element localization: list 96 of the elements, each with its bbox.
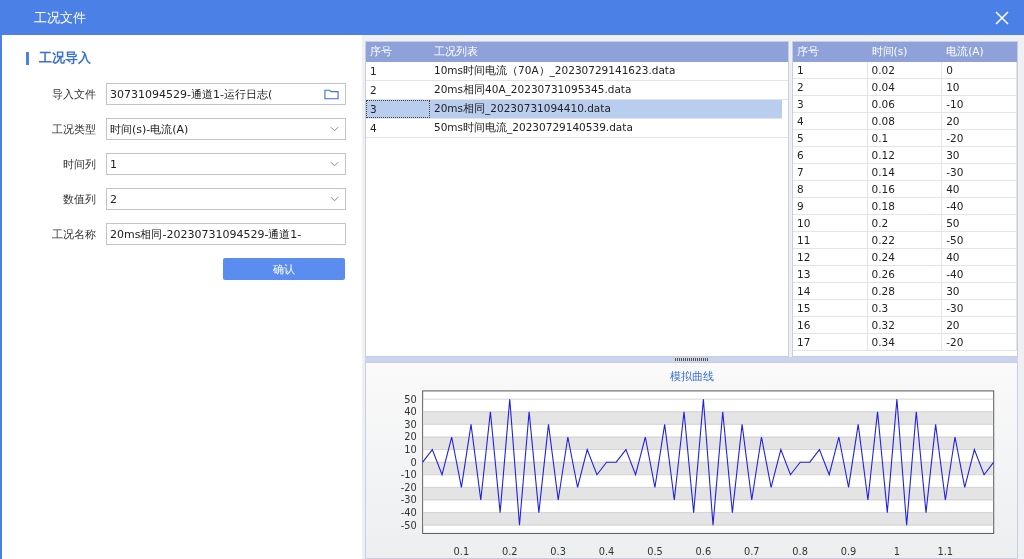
dropdown[interactable]: 时间(s)-电流(A) [106, 118, 346, 140]
x-tick-label: 0.3 [550, 546, 566, 558]
field-label: 导入文件 [51, 86, 97, 102]
table-cell: 0.34 [867, 334, 943, 350]
table-cell: 0 [942, 62, 1017, 78]
table-cell: 20 [942, 317, 1017, 333]
chevron-down-icon [330, 126, 339, 132]
x-tick-label: 0.4 [598, 546, 615, 558]
table-cell: 0.3 [867, 300, 943, 316]
table-cell: 0.04 [867, 79, 943, 95]
y-tick-label: -10 [400, 469, 417, 481]
table-cell: 0.06 [867, 96, 943, 112]
field-label: 工况名称 [51, 226, 97, 242]
table-cell: 0.26 [867, 266, 943, 282]
table-cell: 6 [793, 147, 868, 163]
field-label: 工况类型 [51, 121, 97, 137]
x-tick-label: 0.6 [695, 546, 712, 558]
table-cell: -20 [942, 130, 1017, 146]
table-cell: 30 [942, 283, 1017, 299]
table-cell: 0.02 [867, 62, 943, 78]
table-cell: 2 [793, 79, 868, 95]
table-cell: 12 [793, 249, 868, 265]
table-cell: 17 [793, 334, 868, 350]
table-cell: 0.2 [867, 215, 943, 231]
y-tick-label: 50 [404, 393, 417, 405]
y-tick-label: -50 [400, 519, 417, 531]
chart-title: 模拟曲线 [669, 369, 714, 384]
table-cell: -30 [942, 300, 1017, 316]
x-tick-label: 0.8 [792, 546, 808, 558]
table-cell: 0.28 [867, 283, 943, 299]
table-cell: 0.22 [867, 232, 943, 248]
table-cell: 0.12 [867, 147, 943, 163]
dropdown[interactable]: 1 [106, 153, 346, 175]
section-marker [26, 51, 29, 65]
x-tick-label: 0.1 [453, 546, 470, 558]
table-cell: -40 [942, 266, 1017, 282]
table-cell: -30 [942, 164, 1017, 180]
y-tick-label: 10 [404, 444, 417, 455]
table-cell: 15 [793, 300, 868, 316]
chevron-down-icon [330, 196, 339, 202]
y-tick-label: 40 [404, 406, 417, 418]
field-label: 时间列 [62, 156, 97, 172]
x-tick-label: 0.9 [840, 546, 857, 558]
folder-icon[interactable] [324, 88, 339, 100]
table-cell: 13 [793, 266, 868, 282]
x-tick-label: 0.2 [502, 546, 518, 558]
table-cell: 20 [942, 113, 1017, 129]
table-cell: 1 [793, 62, 868, 78]
table-cell: 10 [942, 79, 1017, 95]
table-cell: 40 [942, 249, 1017, 265]
table-cell: 40 [942, 181, 1017, 197]
table-cell: 9 [793, 198, 868, 214]
x-tick-label: 1 [893, 546, 901, 558]
table-cell: -20 [942, 334, 1017, 350]
close-icon[interactable] [994, 9, 1010, 26]
table-row[interactable]: 1 10ms时间电流（70A）_20230729141623.data [366, 62, 788, 81]
x-tick-label: 0.5 [647, 546, 663, 558]
section-title: 工况导入 [39, 49, 91, 67]
table-cell: 7 [793, 164, 868, 180]
table-row[interactable]: 4 50ms时间电流_20230729140539.data [366, 119, 788, 138]
splitter-grip[interactable] [674, 358, 709, 361]
chevron-down-icon [330, 161, 339, 167]
y-tick-label: 20 [404, 431, 417, 443]
table-cell: 0.08 [867, 113, 943, 129]
table-cell: 0.18 [867, 198, 943, 214]
table-cell: 14 [793, 283, 868, 299]
table-cell: 0.1 [867, 130, 943, 146]
y-tick-label: -20 [400, 481, 417, 493]
table-cell: -40 [942, 198, 1017, 214]
dropdown[interactable]: 2 [106, 188, 346, 210]
table-cell: 16 [793, 317, 868, 333]
file-field[interactable]: 30731094529-通道1-运行日志( [106, 83, 346, 105]
table-cell: 5 [793, 130, 868, 146]
table-cell: 11 [793, 232, 868, 248]
table-cell: 0.16 [867, 181, 943, 197]
window-title: 工况文件 [34, 8, 86, 27]
table-cell: 3 [793, 96, 868, 112]
table-cell: -10 [942, 96, 1017, 112]
y-tick-label: 30 [404, 418, 417, 430]
field-label: 数值列 [62, 191, 97, 207]
table-cell: 0.24 [867, 249, 943, 265]
table-cell: -50 [942, 232, 1017, 248]
table-cell: 8 [793, 181, 868, 197]
x-tick-label: 1.1 [937, 546, 954, 558]
table-cell: 0.32 [867, 317, 943, 333]
table-cell: 4 [793, 113, 868, 129]
y-tick-label: -30 [400, 494, 417, 506]
input-field[interactable]: 20ms相同-20230731094529-通道1- [106, 223, 346, 245]
table-cell: 30 [942, 147, 1017, 163]
table-cell: 10 [793, 215, 868, 231]
y-tick-label: 0 [410, 456, 417, 468]
table-row[interactable]: 3 20ms相同_20230731094410.data [366, 100, 782, 119]
table-cell: 50 [942, 215, 1017, 231]
y-tick-label: -40 [400, 507, 417, 518]
table-cell: 0.14 [867, 164, 943, 180]
x-tick-label: 0.7 [743, 546, 760, 558]
